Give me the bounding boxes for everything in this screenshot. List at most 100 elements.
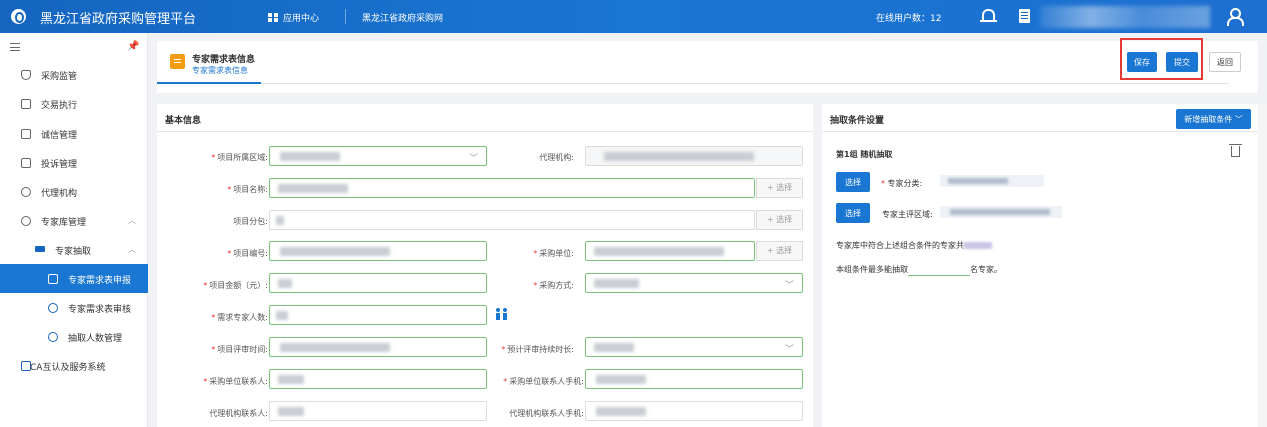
- highlight-box: [1120, 38, 1203, 80]
- person-icon: [21, 187, 31, 197]
- chevron-up-icon: ︿: [128, 245, 136, 254]
- sidebar-item-agency[interactable]: 代理机构: [0, 177, 148, 206]
- max-count-input[interactable]: [908, 260, 970, 276]
- redacted-value: [594, 343, 634, 352]
- redacted-value: [596, 407, 646, 416]
- contact-phone-label: * 采购单位联系人手机:: [503, 377, 584, 386]
- complaint-icon: [21, 158, 31, 168]
- agency-contact-input[interactable]: [269, 401, 487, 421]
- active-tab-indicator: [157, 82, 261, 84]
- document-icon[interactable]: [1019, 9, 1030, 23]
- agency-phone-input[interactable]: [585, 401, 803, 421]
- sidebar-item-label: 专家需求表申报: [68, 276, 132, 286]
- add-condition-label: 新增抽取条件: [1184, 115, 1233, 124]
- sidebar-item-label: 专家抽取: [55, 247, 92, 257]
- sidebar-item-label: CA互认及服务系统: [30, 363, 106, 373]
- project-number-label: * 项目编号:: [227, 249, 268, 258]
- sidebar-item-label: 专家库管理: [41, 218, 87, 228]
- contact-label: * 采购单位联系人:: [203, 377, 268, 386]
- redacted-value: [276, 216, 284, 225]
- redacted-value: [278, 184, 348, 193]
- sidebar-item-extraction-count[interactable]: 抽取人数管理: [0, 322, 148, 351]
- back-button[interactable]: 返回: [1209, 52, 1241, 72]
- amount-input[interactable]: [269, 273, 487, 293]
- review-time-input[interactable]: [269, 337, 487, 357]
- area-value: [940, 206, 1062, 218]
- user-icon[interactable]: [1227, 8, 1244, 26]
- page-title: 专家需求表信息: [192, 55, 256, 65]
- agency-label: 代理机构:: [539, 153, 574, 162]
- sidebar-item-label: 采购监管: [41, 72, 78, 82]
- category-value: [940, 175, 1044, 187]
- trash-icon[interactable]: [1229, 144, 1242, 157]
- people-icon[interactable]: [496, 308, 508, 320]
- method-select[interactable]: ﹀: [585, 273, 803, 293]
- transaction-icon: [21, 99, 31, 109]
- purchaser-select-button[interactable]: + 选择: [756, 241, 803, 261]
- redacted-value: [594, 279, 639, 288]
- redacted-value: [280, 152, 340, 161]
- package-select-button[interactable]: + 选择: [756, 210, 803, 230]
- app-center-link[interactable]: 应用中心: [268, 11, 319, 24]
- list-icon: [35, 246, 45, 252]
- sidebar-item-credit[interactable]: 诚信管理: [0, 119, 148, 148]
- sidebar-item-expert-extraction[interactable]: 专家抽取 ︿: [0, 235, 148, 264]
- sidebar-item-ca-system[interactable]: CA互认及服务系统: [0, 351, 148, 380]
- redacted-value: [278, 407, 304, 416]
- group-title: 第1组 随机抽取: [836, 150, 893, 159]
- shield-icon: [21, 70, 31, 80]
- choose-area-button[interactable]: 选择: [836, 203, 870, 223]
- contact-input[interactable]: [269, 369, 487, 389]
- chevron-up-icon: ︿: [128, 216, 136, 225]
- add-condition-button[interactable]: 新增抽取条件 ﹀: [1176, 109, 1251, 129]
- agency-contact-label: 代理机构联系人:: [209, 409, 268, 418]
- package-input[interactable]: [269, 210, 755, 230]
- project-select-button[interactable]: + 选择: [756, 178, 803, 198]
- tab-demand-info[interactable]: 专家需求表信息: [192, 65, 248, 76]
- bell-icon[interactable]: [980, 9, 997, 22]
- panel-divider: [822, 131, 1258, 132]
- sidebar-item-demand-apply[interactable]: 专家需求表申报: [0, 264, 148, 293]
- gear-icon: [21, 216, 31, 226]
- sidebar-item-label: 抽取人数管理: [68, 334, 123, 344]
- qualified-expert-info: 专家库中符合上述组合条件的专家共: [836, 240, 992, 251]
- sidebar-item-label: 专家需求表审核: [68, 305, 132, 315]
- panel-divider: [157, 131, 813, 132]
- project-number-input[interactable]: [269, 241, 487, 261]
- project-name-label: * 项目名称:: [227, 185, 268, 194]
- region-select[interactable]: ﹀: [269, 146, 487, 166]
- sidebar-item-expert-library[interactable]: 专家库管理 ︿: [0, 206, 148, 235]
- sidebar-item-complaints[interactable]: 投诉管理: [0, 148, 148, 177]
- redacted-value: [280, 247, 390, 256]
- region-label: * 项目所属区域:: [211, 153, 268, 162]
- topbar-divider: [345, 9, 346, 24]
- purchaser-label: * 采购单位:: [533, 249, 574, 258]
- redacted-value: [278, 375, 304, 384]
- redacted-value: [276, 311, 288, 320]
- procurement-site-link[interactable]: 黑龙江省政府采购网: [362, 11, 443, 24]
- purchaser-input[interactable]: [585, 241, 755, 261]
- expert-count-label: * 需求专家人数:: [211, 313, 268, 322]
- redacted-count: [964, 242, 992, 249]
- grid-icon: [268, 13, 278, 22]
- area-label: 专家主评区域:: [882, 210, 933, 219]
- top-bar: 黑龙江省政府采购管理平台 应用中心 黑龙江省政府采购网 在线用户数：12: [0, 0, 1267, 33]
- menu-toggle-icon[interactable]: [10, 43, 20, 51]
- sidebar-item-transaction[interactable]: 交易执行: [0, 89, 148, 118]
- pin-icon[interactable]: 📌: [127, 41, 139, 52]
- reviewer-icon: [48, 303, 58, 313]
- expert-count-input[interactable]: [269, 305, 487, 325]
- redacted-value: [278, 279, 292, 288]
- duration-select[interactable]: ﹀: [585, 337, 803, 357]
- sidebar-item-procurement-supervision[interactable]: 采购监管: [0, 60, 148, 89]
- project-name-input[interactable]: [269, 178, 755, 198]
- form-icon: [170, 54, 185, 69]
- review-time-label: * 项目评审时间:: [211, 345, 268, 354]
- sidebar-header: 📌: [0, 33, 148, 60]
- choose-category-button[interactable]: 选择: [836, 172, 870, 192]
- sidebar-item-demand-review[interactable]: 专家需求表审核: [0, 293, 148, 322]
- contact-phone-input[interactable]: [585, 369, 803, 389]
- agency-field: [585, 146, 803, 166]
- scrollbar[interactable]: [1258, 104, 1267, 427]
- chevron-down-icon: ﹀: [468, 154, 478, 164]
